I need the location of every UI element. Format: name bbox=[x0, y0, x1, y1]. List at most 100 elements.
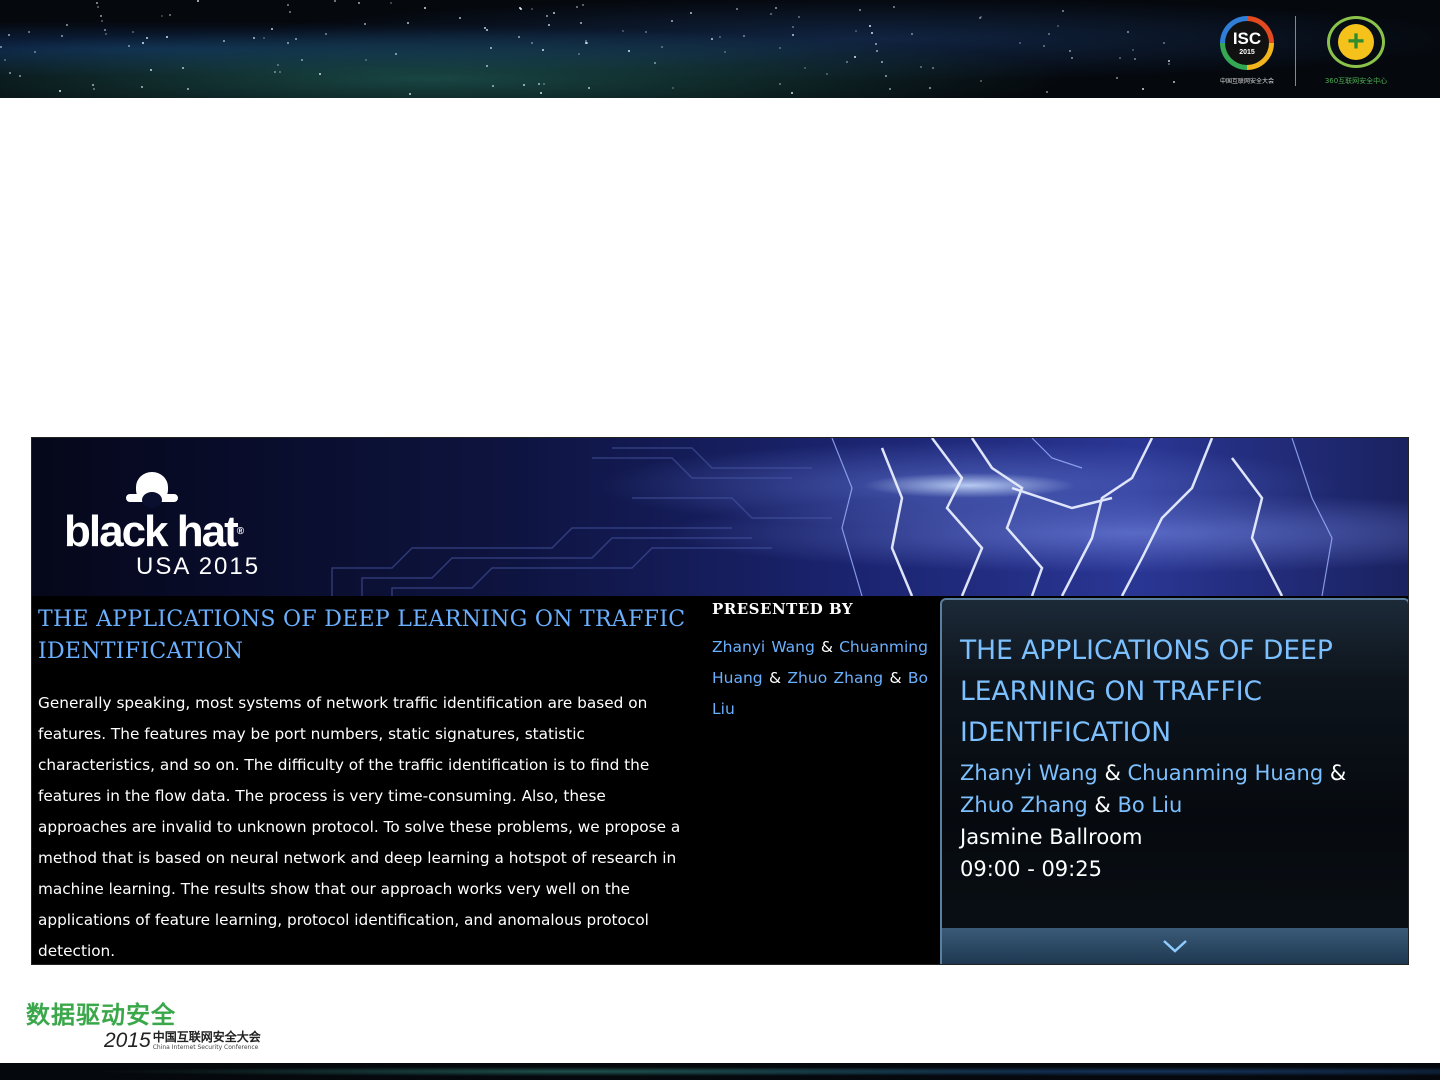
star-decoration bbox=[484, 27, 486, 29]
star-decoration bbox=[277, 64, 279, 66]
star-decoration bbox=[538, 83, 540, 85]
star-decoration bbox=[146, 37, 148, 39]
star-decoration bbox=[128, 45, 130, 47]
star-decoration bbox=[1116, 77, 1118, 79]
star-decoration bbox=[287, 4, 289, 6]
star-decoration bbox=[531, 8, 533, 10]
star-decoration bbox=[719, 36, 721, 38]
isc-logo: ISC 2015 中国互联网安全大会 bbox=[1209, 16, 1285, 85]
star-decoration bbox=[104, 29, 106, 31]
star-decoration bbox=[578, 53, 580, 55]
star-decoration bbox=[1019, 42, 1021, 44]
star-decoration bbox=[543, 83, 545, 85]
star-decoration bbox=[141, 86, 143, 88]
star-decoration bbox=[92, 84, 94, 86]
conference-year: 2015 bbox=[104, 1029, 151, 1052]
star-decoration bbox=[980, 16, 982, 18]
session-card: THE APPLICATIONS OF DEEP LEARNING ON TRA… bbox=[940, 598, 1408, 964]
star-decoration bbox=[628, 50, 630, 52]
star-decoration bbox=[96, 2, 98, 4]
360-logo-caption: 360互联网安全中心 bbox=[1324, 77, 1388, 85]
expand-button[interactable] bbox=[942, 928, 1408, 964]
star-decoration bbox=[1142, 88, 1144, 90]
star-decoration bbox=[132, 31, 134, 33]
star-decoration bbox=[846, 61, 848, 63]
star-decoration bbox=[223, 40, 225, 42]
star-decoration bbox=[585, 42, 587, 44]
star-decoration bbox=[492, 85, 494, 87]
session-panel: black hat® USA 2015 THE APPLICATIONS OF … bbox=[31, 437, 1409, 965]
star-decoration bbox=[1119, 57, 1121, 59]
star-decoration bbox=[911, 33, 913, 35]
footer-band bbox=[0, 1063, 1440, 1080]
card-author[interactable]: Chuanming Huang bbox=[1128, 761, 1324, 785]
star-decoration bbox=[105, 33, 107, 35]
star-decoration bbox=[364, 23, 366, 25]
star-decoration bbox=[881, 61, 883, 63]
star-decoration bbox=[1069, 50, 1071, 52]
star-decoration bbox=[540, 92, 542, 94]
conference-name-cn: 中国互联网安全大会 bbox=[152, 1030, 261, 1044]
blackhat-banner: black hat® USA 2015 bbox=[32, 438, 1408, 596]
star-decoration bbox=[576, 6, 578, 8]
star-decoration bbox=[187, 88, 189, 90]
star-decoration bbox=[197, 0, 199, 2]
star-decoration bbox=[855, 30, 857, 32]
star-decoration bbox=[871, 32, 873, 34]
star-decoration bbox=[743, 35, 745, 37]
star-decoration bbox=[542, 49, 544, 51]
star-decoration bbox=[711, 38, 713, 40]
star-decoration bbox=[1173, 81, 1175, 83]
star-decoration bbox=[779, 47, 781, 49]
star-decoration bbox=[334, 0, 336, 2]
header-band: ISC 2015 中国互联网安全大会 + 360互联网安全中心 bbox=[0, 0, 1440, 98]
star-decoration bbox=[409, 93, 411, 95]
isc-logo-year: 2015 bbox=[1239, 49, 1255, 56]
star-decoration bbox=[325, 33, 327, 35]
star-decoration bbox=[97, 6, 99, 8]
isc-logo-mark: ISC bbox=[1232, 29, 1262, 48]
star-decoration bbox=[645, 31, 647, 33]
star-decoration bbox=[553, 12, 555, 14]
star-decoration bbox=[271, 28, 273, 30]
star-decoration bbox=[161, 15, 163, 17]
star-decoration bbox=[66, 24, 68, 26]
card-title: THE APPLICATIONS OF DEEP LEARNING ON TRA… bbox=[960, 635, 1333, 748]
star-decoration bbox=[274, 71, 276, 73]
talk-abstract: Generally speaking, most systems of netw… bbox=[38, 694, 681, 960]
partner-logos: ISC 2015 中国互联网安全大会 + 360互联网安全中心 bbox=[1209, 16, 1394, 88]
star-decoration bbox=[932, 67, 934, 69]
blackhat-brand: black hat® bbox=[64, 507, 245, 556]
presenter-link[interactable]: Zhuo Zhang bbox=[787, 669, 883, 687]
star-decoration bbox=[775, 7, 777, 9]
star-decoration bbox=[142, 42, 144, 44]
blackhat-logo: black hat® USA 2015 bbox=[64, 472, 364, 580]
star-decoration bbox=[531, 42, 533, 44]
star-decoration bbox=[588, 87, 590, 89]
star-decoration bbox=[1046, 91, 1048, 93]
star-decoration bbox=[34, 51, 36, 53]
star-decoration bbox=[100, 15, 102, 17]
star-decoration bbox=[301, 59, 303, 61]
star-decoration bbox=[859, 9, 861, 11]
card-author[interactable]: Bo Liu bbox=[1118, 793, 1183, 817]
star-decoration bbox=[875, 43, 877, 45]
star-decoration bbox=[319, 73, 321, 75]
star-decoration bbox=[1134, 58, 1136, 60]
presenter-link[interactable]: Zhanyi Wang bbox=[712, 638, 815, 656]
star-decoration bbox=[486, 29, 488, 31]
card-author[interactable]: Zhuo Zhang bbox=[960, 793, 1088, 817]
star-decoration bbox=[854, 56, 856, 58]
star-decoration bbox=[289, 11, 291, 13]
star-decoration bbox=[523, 84, 525, 86]
star-decoration bbox=[690, 12, 692, 14]
star-decoration bbox=[929, 87, 931, 89]
card-author[interactable]: Zhanyi Wang bbox=[960, 761, 1098, 785]
star-decoration bbox=[1057, 25, 1059, 27]
star-decoration bbox=[889, 88, 891, 90]
star-decoration bbox=[358, 2, 360, 4]
isc-logo-caption: 中国互联网安全大会 bbox=[1219, 78, 1274, 85]
chevron-down-icon bbox=[1163, 940, 1187, 953]
star-decoration bbox=[1071, 57, 1073, 59]
star-decoration bbox=[407, 22, 409, 24]
